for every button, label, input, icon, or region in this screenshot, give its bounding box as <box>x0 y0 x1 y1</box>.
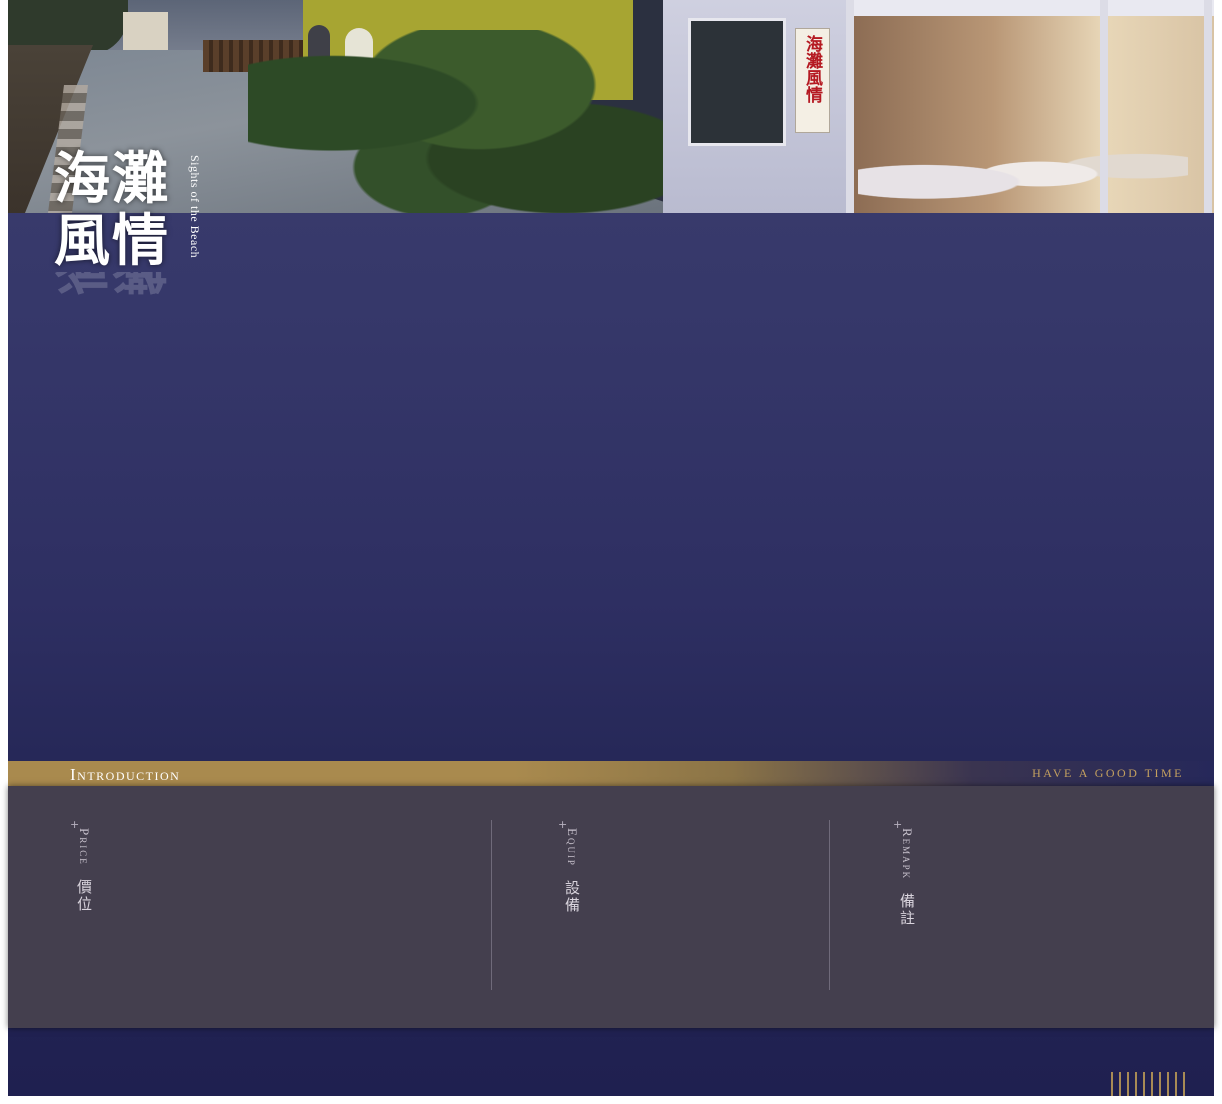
intro-tagline: have a good time <box>1032 766 1184 780</box>
price-label-en: Price <box>77 828 92 866</box>
photo-tables <box>858 135 1188 213</box>
remark-label: Remapk 備註 <box>897 828 918 927</box>
price-label: Price 價位 <box>74 828 95 913</box>
page: 海灘風情 海灘風情 海灘風情 Sights of the Beach Intro… <box>8 0 1214 1096</box>
remark-label-zh: 備註 <box>898 893 916 928</box>
photo-shop-sign: 海灘風情 <box>795 28 830 133</box>
page-title: 海灘風情 <box>54 146 170 274</box>
page-title-reflection: 海灘風情 <box>54 272 182 296</box>
price-section: + Price 價位 <box>68 818 488 990</box>
remark-section: + Remapk 備註 <box>829 818 1214 990</box>
photo-door-frame <box>846 0 1214 16</box>
equip-label-en: Equip <box>565 828 580 867</box>
info-panel: + Price 價位 + Equip 設備 + Remapk 備註 <box>8 786 1214 1028</box>
page-subtitle: Sights of the Beach <box>188 155 202 259</box>
photo-plants <box>248 30 668 213</box>
photo-post <box>1204 0 1212 213</box>
photo-building-far <box>123 12 168 54</box>
footer-decoration <box>1111 1072 1185 1096</box>
price-label-zh: 價位 <box>75 878 93 913</box>
equip-section: + Equip 設備 <box>491 818 829 990</box>
photo-post <box>846 0 854 213</box>
photo-post <box>1100 0 1108 213</box>
equip-label-zh: 設備 <box>563 880 581 915</box>
intro-bar: Introduction have a good time <box>8 761 1214 786</box>
photo-window <box>688 18 786 146</box>
shop-sign-text: 海灘風情 <box>803 35 822 103</box>
intro-title: Introduction <box>70 765 181 784</box>
remark-label-en: Remapk <box>900 828 915 881</box>
equip-label: Equip 設備 <box>562 828 583 914</box>
